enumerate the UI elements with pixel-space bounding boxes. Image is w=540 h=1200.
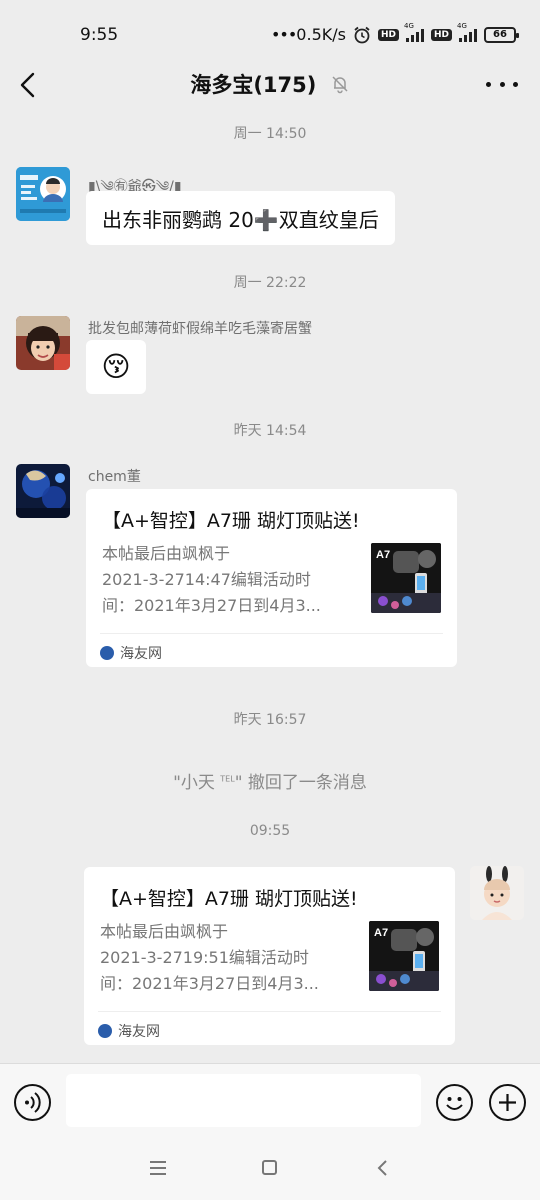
menu-icon[interactable] (150, 1161, 166, 1175)
avatar[interactable] (16, 464, 70, 518)
battery-level: 66 (493, 29, 507, 40)
status-indicators: •••0.5K/s HD 4G HD 4G 66 (271, 22, 519, 44)
net-speed-indicator: •••0.5K/s (271, 25, 346, 44)
avatar[interactable] (16, 167, 70, 221)
recall-sup: TEL (220, 774, 235, 784)
recall-suffix: " 撤回了一条消息 (234, 773, 367, 793)
message-timestamp: 昨天 14:54 (233, 423, 307, 439)
avatar-image (16, 464, 70, 518)
text-bubble[interactable]: 出东非丽鹦鹉 20➕双直纹皇后 (86, 191, 395, 245)
status-time: 9:55 (80, 25, 119, 45)
source-name: 海友网 (118, 1024, 160, 1040)
group-name: 海多宝(175) (190, 73, 317, 97)
link-thumbnail: A7 (369, 921, 439, 991)
hd-badge: HD (430, 28, 452, 41)
link-desc-line: 间：2021年3月27日到4月3... (102, 596, 321, 615)
network-type: 4G (457, 21, 467, 30)
message-timestamp: 周一 22:22 (233, 275, 307, 291)
dots-icon: ••• (270, 25, 297, 44)
message-text: 出东非丽鹦鹉 20➕双直纹皇后 (102, 208, 379, 232)
back-icon[interactable] (374, 1158, 392, 1178)
link-desc-line: 本帖最后由飒枫于 (100, 922, 229, 941)
link-title: 【A+智控】A7珊 瑚灯顶贴送! (102, 510, 360, 532)
battery-icon: 66 (484, 26, 519, 43)
signal-icon: 4G (404, 22, 424, 42)
message-timestamp: 09:55 (249, 823, 291, 839)
avatar-image (16, 316, 70, 370)
link-description: 本帖最后由飒枫于 2021-3-2714:47编辑活动时 间：2021年3月27… (102, 541, 352, 619)
more-dots-icon[interactable] (486, 74, 518, 94)
link-title: 【A+智控】A7珊 瑚灯顶贴送! (100, 888, 358, 910)
sender-name: 批发包邮薄荷虾假绵羊吃毛藻寄居蟹 (88, 321, 312, 337)
link-card[interactable]: 【A+智控】A7珊 瑚灯顶贴送! 本帖最后由飒枫于 2021-3-2719:51… (84, 867, 455, 1045)
alarm-icon (354, 26, 370, 43)
signal-icon: 4G (457, 22, 477, 42)
link-desc-line: 本帖最后由飒枫于 (102, 544, 231, 563)
message-timestamp: 周一 14:50 (233, 126, 307, 142)
kissing-face-emoji: 😚 (101, 350, 131, 383)
voice-icon[interactable] (14, 1084, 51, 1121)
bell-muted-icon (332, 76, 348, 94)
message-input[interactable] (66, 1074, 421, 1127)
sender-name: chem董 (88, 469, 141, 485)
self-avatar[interactable] (470, 866, 524, 920)
avatar-image (16, 167, 70, 221)
avatar[interactable] (16, 316, 70, 370)
recall-prefix: "小天 (173, 773, 221, 793)
link-divider (100, 633, 443, 634)
chat-header: 海多宝(175) (0, 58, 540, 112)
thumb-label: A7 (374, 927, 388, 939)
link-desc-line: 间：2021年3月27日到4月3... (100, 974, 319, 993)
chat-title: 海多宝(175) (0, 69, 540, 99)
net-speed: 0.5K/s (296, 25, 346, 44)
plus-icon[interactable] (489, 1084, 526, 1121)
recall-notice: "小天 TEL" 撤回了一条消息 (0, 768, 540, 793)
message-timestamp: 昨天 16:57 (233, 712, 307, 728)
link-source: 海友网 (98, 1021, 160, 1041)
link-thumbnail: A7 (371, 543, 441, 613)
input-bar (0, 1063, 540, 1139)
link-divider (98, 1011, 441, 1012)
avatar-image (470, 866, 524, 920)
system-nav-bar (0, 1139, 540, 1200)
link-desc-line: 2021-3-2714:47编辑活动时 (102, 570, 311, 589)
source-icon (100, 646, 114, 660)
link-source: 海友网 (100, 643, 162, 663)
home-icon[interactable] (262, 1160, 277, 1175)
link-desc-line: 2021-3-2719:51编辑活动时 (100, 948, 309, 967)
hd-badge: HD (377, 28, 399, 41)
emoji-icon[interactable] (436, 1084, 473, 1121)
link-card[interactable]: 【A+智控】A7珊 瑚灯顶贴送! 本帖最后由飒枫于 2021-3-2714:47… (86, 489, 457, 667)
source-name: 海友网 (120, 646, 162, 662)
link-description: 本帖最后由飒枫于 2021-3-2719:51编辑活动时 间：2021年3月27… (100, 919, 350, 997)
thumb-label: A7 (376, 549, 390, 561)
source-icon (98, 1024, 112, 1038)
network-type: 4G (403, 21, 414, 30)
emoji-bubble[interactable]: 😚 (86, 340, 146, 394)
